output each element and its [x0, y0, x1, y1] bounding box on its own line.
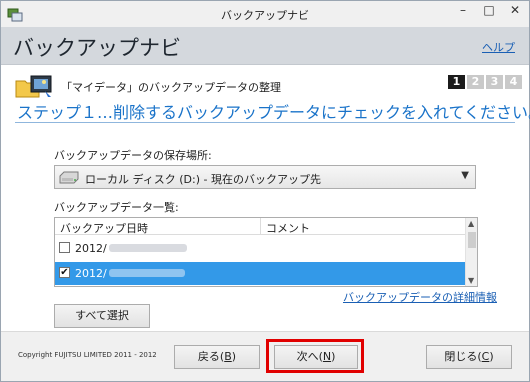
storage-selected-value: ローカル ディスク (D:) - 現在のバックアップ先	[85, 173, 321, 186]
blurred-timestamp	[109, 269, 185, 277]
help-link[interactable]: ヘルプ	[482, 39, 515, 55]
backup-navi-window: バックアップナビ – □ ✕ バックアップナビ ヘルプ 「マイデータ」のバックア…	[0, 0, 530, 382]
next-button[interactable]: 次へ(N)	[274, 345, 358, 369]
close-button[interactable]: 閉じる(C)	[426, 345, 512, 369]
scroll-thumb[interactable]	[468, 232, 476, 248]
heading-divider	[15, 122, 515, 123]
scroll-up-icon[interactable]: ▲	[468, 219, 474, 228]
header-band: バックアップナビ ヘルプ	[1, 27, 529, 65]
select-all-button[interactable]: すべて選択	[54, 304, 150, 328]
scroll-down-icon[interactable]: ▼	[468, 276, 474, 285]
back-button-paren: )	[231, 350, 237, 363]
list-scrollbar[interactable]: ▲ ▼	[465, 218, 477, 286]
list-item-selected[interactable]: ✔ 2012/	[55, 262, 465, 285]
page-title: バックアップナビ	[13, 36, 181, 60]
column-divider[interactable]	[260, 218, 261, 235]
blurred-timestamp	[109, 244, 187, 252]
backup-checkbox-checked[interactable]: ✔	[59, 267, 70, 278]
back-button[interactable]: 戻る(B)	[174, 345, 260, 369]
title-bar: バックアップナビ – □ ✕	[1, 1, 529, 27]
backup-date: 2012/	[75, 267, 107, 280]
minimize-button[interactable]: –	[450, 1, 476, 21]
column-header-comment[interactable]: コメント	[266, 220, 310, 236]
hard-disk-icon	[59, 171, 79, 184]
backup-checkbox[interactable]	[59, 242, 70, 253]
copyright-text: Copyright FUJITSU LIMITED 2011 - 2012	[18, 351, 157, 359]
next-button-label: 次へ(	[296, 350, 323, 363]
back-button-label: 戻る(	[197, 350, 225, 363]
backup-details-link[interactable]: バックアップデータの詳細情報	[343, 289, 497, 305]
step-2: 2	[467, 75, 484, 89]
step-indicator: 1 2 3 4	[448, 75, 522, 89]
back-button-key: B	[224, 350, 232, 363]
footer: Copyright FUJITSU LIMITED 2011 - 2012 戻る…	[1, 331, 529, 381]
close-button-label: 閉じる(	[444, 350, 482, 363]
chevron-down-icon[interactable]: ▼	[461, 170, 469, 181]
next-button-paren: )	[331, 350, 336, 363]
main-content: 「マイデータ」のバックアップデータの整理 1 2 3 4 ステップ１…削除するバ…	[1, 65, 530, 331]
storage-label: バックアップデータの保存場所:	[54, 149, 212, 162]
step-3: 3	[486, 75, 503, 89]
step-4: 4	[505, 75, 522, 89]
close-window-button[interactable]: ✕	[502, 1, 528, 21]
close-button-paren: )	[489, 350, 494, 363]
column-header-date[interactable]: バックアップ日時	[60, 220, 148, 236]
section-title: 「マイデータ」のバックアップデータの整理	[61, 81, 281, 94]
backup-list[interactable]: バックアップ日時 コメント 2012/ ✔ 2012/ ▲ ▼	[54, 217, 478, 287]
next-button-key: N	[322, 350, 332, 363]
list-header: バックアップ日時 コメント	[55, 218, 465, 235]
folder-film-icon	[15, 75, 52, 98]
backup-date: 2012/	[75, 242, 107, 255]
maximize-button[interactable]: □	[476, 1, 502, 21]
backup-list-label: バックアップデータ一覧:	[54, 201, 179, 214]
step-heading: ステップ１…削除するバックアップデータにチェックを入れてください。	[17, 103, 530, 122]
step-1: 1	[448, 75, 465, 89]
list-item[interactable]: 2012/	[55, 237, 465, 260]
storage-location-dropdown[interactable]: ローカル ディスク (D:) - 現在のバックアップ先 ▼	[54, 165, 476, 189]
